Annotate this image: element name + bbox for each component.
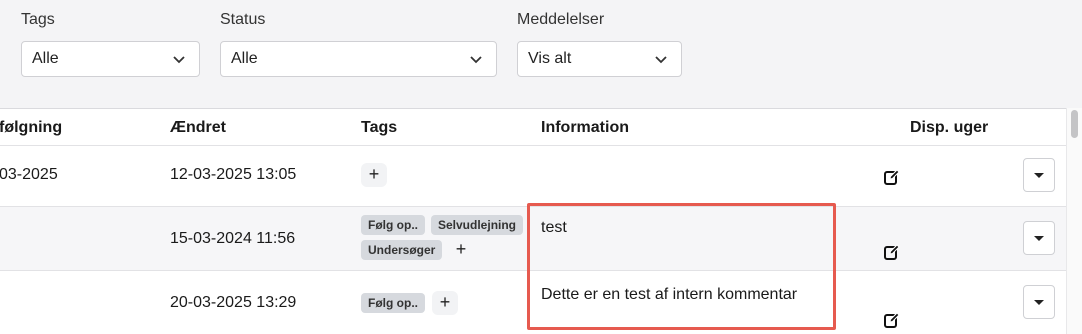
tag-chip[interactable]: Følg op.. xyxy=(361,293,425,313)
changed-cell: 15-03-2024 11:56 xyxy=(170,230,296,247)
column-header-weeks[interactable]: Disp. uger xyxy=(910,119,988,137)
edit-icon[interactable] xyxy=(883,168,901,186)
chevron-down-icon xyxy=(655,56,667,64)
status-filter: Status Alle xyxy=(220,10,497,77)
tags-select[interactable]: Alle xyxy=(21,41,200,77)
column-header-changed[interactable]: Ændret xyxy=(170,119,226,137)
messages-select[interactable]: Vis alt xyxy=(517,41,682,77)
row-menu-button[interactable] xyxy=(1023,158,1055,192)
information-cell: test xyxy=(541,219,567,236)
scrollbar-thumb[interactable] xyxy=(1071,110,1078,138)
tag-chip[interactable]: Følg op.. xyxy=(361,215,425,235)
table-row[interactable]: 15-03-2024 11:56 Følg op.. Selvudlejning… xyxy=(0,207,1066,271)
changed-cell: 12-03-2025 13:05 xyxy=(170,166,297,183)
edit-icon[interactable] xyxy=(883,311,901,329)
tag-chip[interactable]: Selvudlejning xyxy=(431,215,524,235)
chevron-down-icon xyxy=(470,56,482,64)
table-panel: følgning Ændret Tags Information Disp. u… xyxy=(0,108,1066,334)
caret-down-icon xyxy=(1034,299,1044,305)
followup-cell: 03-2025 xyxy=(0,166,58,183)
row-menu-button[interactable] xyxy=(1023,221,1055,255)
table-header: følgning Ændret Tags Information Disp. u… xyxy=(0,109,1066,146)
messages-filter-label: Meddelelser xyxy=(517,11,605,28)
tags-filter: Tags Alle xyxy=(21,10,200,77)
vertical-scrollbar[interactable] xyxy=(1066,108,1082,334)
messages-select-value: Vis alt xyxy=(528,50,572,67)
column-header-followup[interactable]: følgning xyxy=(0,119,62,137)
row-menu-button[interactable] xyxy=(1023,285,1055,319)
information-cell: Dette er en test af intern kommentar xyxy=(541,286,798,303)
changed-cell: 20-03-2025 13:29 xyxy=(170,294,297,311)
table-row[interactable]: 20-03-2025 13:29 Følg op.. + Dette er en… xyxy=(0,271,1066,334)
tags-filter-label: Tags xyxy=(21,11,55,28)
column-header-information[interactable]: Information xyxy=(541,119,629,137)
status-filter-label: Status xyxy=(220,11,266,28)
highlight-divider xyxy=(527,270,836,271)
add-tag-button[interactable]: + xyxy=(361,163,387,187)
caret-down-icon xyxy=(1034,172,1044,178)
tags-select-value: Alle xyxy=(32,50,59,67)
tag-chip[interactable]: Undersøger xyxy=(361,240,443,260)
add-tag-button[interactable]: + xyxy=(432,291,458,315)
status-select[interactable]: Alle xyxy=(220,41,497,77)
chevron-down-icon xyxy=(173,56,185,64)
status-select-value: Alle xyxy=(231,50,258,67)
messages-filter: Meddelelser Vis alt xyxy=(517,10,682,77)
column-header-tags[interactable]: Tags xyxy=(361,119,397,137)
table-row[interactable]: 03-2025 12-03-2025 13:05 + xyxy=(0,146,1066,207)
caret-down-icon xyxy=(1034,235,1044,241)
edit-icon[interactable] xyxy=(883,243,901,261)
add-tag-button[interactable]: + xyxy=(448,238,474,262)
